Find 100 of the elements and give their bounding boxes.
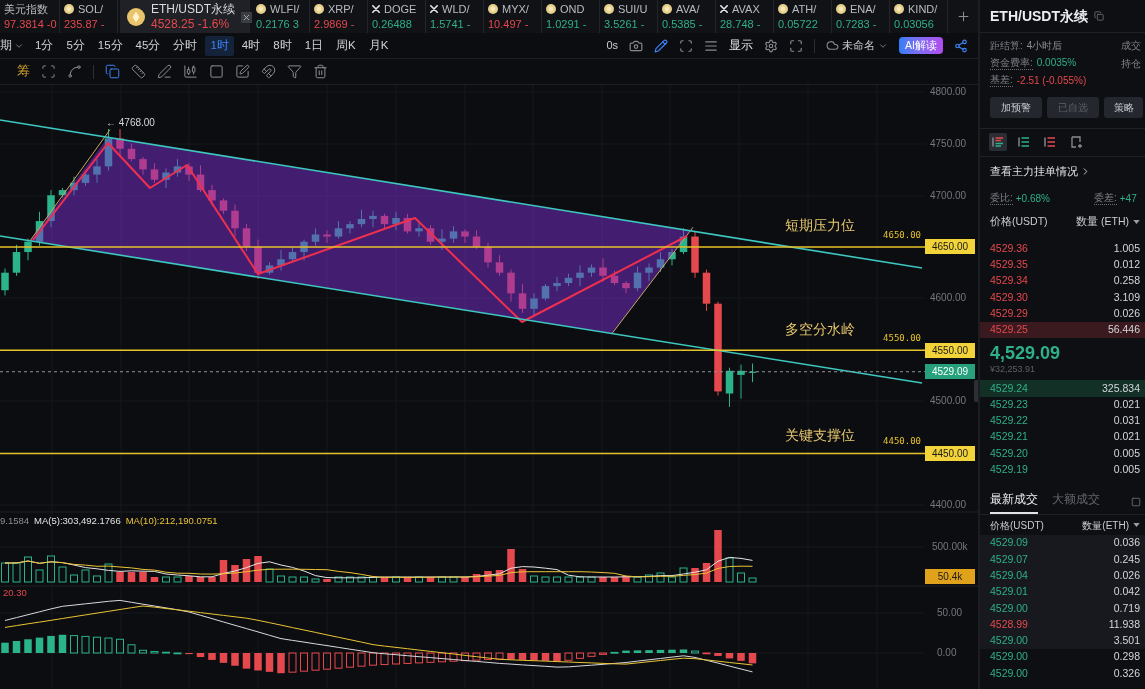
stat-value: 0.0035% — [1036, 57, 1077, 70]
trade-amount: 0.026 — [1113, 567, 1140, 583]
ai-button[interactable]: AI解读 — [899, 37, 943, 54]
ruler-icon[interactable] — [131, 64, 146, 79]
ticker-tab[interactable]: KIND/ 0.03056 — [890, 0, 948, 33]
interval-tab[interactable]: 1日 — [299, 35, 329, 56]
trade-tab[interactable]: 最新成交 — [990, 490, 1038, 515]
coin-icon — [836, 4, 846, 14]
ticker-tab[interactable]: AVA/ 0.5385 - — [658, 0, 716, 33]
spline-icon[interactable] — [67, 64, 82, 79]
square-icon[interactable] — [209, 64, 224, 79]
ticker-tab[interactable]: MYX/ 10.497 - — [484, 0, 542, 33]
copy-icon[interactable] — [1094, 11, 1104, 21]
layout-dropdown[interactable]: 未命名 — [826, 37, 889, 54]
ticker-tab[interactable]: SOL/ 235.87 - — [60, 0, 118, 33]
copy-icon[interactable] — [105, 64, 120, 79]
volume-tag: 50.4k — [925, 569, 975, 584]
ticker-tab[interactable]: ATH/ 0.05722 — [774, 0, 832, 33]
filter-icon[interactable] — [287, 64, 302, 79]
ticker-symbol: XRP/ — [328, 2, 354, 16]
ticker-tab[interactable]: WLD/ 1.5741 - — [426, 0, 484, 33]
coin-icon — [604, 4, 614, 14]
edit-icon[interactable] — [235, 64, 250, 79]
price-axis-label: 4700.00 — [930, 190, 967, 202]
ticker-tab[interactable]: OND 1.0291 - — [542, 0, 600, 33]
interval-tab[interactable]: 15分 — [92, 35, 128, 56]
ask-amount: 3.109 — [1113, 289, 1140, 305]
ticker-price: 0.26488 — [372, 17, 413, 31]
ticker-price: 4528.25 -1.6% — [151, 17, 231, 31]
ticker-tab[interactable]: XRP/ 2.9869 - — [310, 0, 368, 33]
interval-tab[interactable]: 45分 — [130, 35, 166, 56]
magnet-icon[interactable] — [261, 64, 276, 79]
ticker-price: 3.5261 - — [604, 17, 646, 31]
bid-price: 4529.24 — [990, 380, 1028, 396]
close-icon — [242, 13, 251, 22]
ticker-symbol: SUI/U — [618, 2, 648, 16]
split-list-icon[interactable] — [989, 133, 1007, 151]
bid-price: 4529.23 — [990, 396, 1028, 412]
pencil-icon[interactable] — [654, 38, 669, 53]
interval-tab[interactable]: 周K — [331, 35, 361, 56]
coin-icon — [488, 4, 498, 14]
close-tab-button[interactable] — [241, 12, 252, 23]
display-menu[interactable]: 显示 — [729, 36, 754, 55]
interval-tab[interactable]: 分时 — [168, 35, 203, 56]
stat-label: 成交 — [1121, 39, 1142, 54]
candlestick-icon[interactable] — [183, 64, 198, 79]
ticker-tab[interactable]: DOGE 0.26488 — [368, 0, 426, 33]
trade-amount: 11.938 — [1108, 616, 1140, 632]
period-dropdown[interactable]: 期 — [0, 36, 24, 55]
interval-tab[interactable]: 5分 — [61, 35, 90, 56]
pen-line-icon[interactable] — [157, 64, 172, 79]
macd-axis-label: 50.00 — [937, 607, 963, 619]
coin-icon — [256, 4, 266, 14]
ticker-symbol: AVA/ — [676, 2, 700, 16]
trash-icon[interactable] — [313, 64, 328, 79]
ticker-price: 0.2176 3 — [256, 17, 300, 31]
panel-button[interactable]: 加预警 — [990, 96, 1042, 118]
square-icon[interactable] — [1131, 497, 1141, 508]
column-header[interactable]: 数量 (ETH) — [1076, 213, 1129, 230]
interval-tab[interactable]: 月K — [363, 35, 394, 56]
volume-axis-label: 500.00k — [932, 541, 968, 553]
fullscreen-icon[interactable] — [789, 38, 804, 53]
last-price-cny: ¥32,253.91 — [990, 363, 1037, 376]
trade-price: 4529.07 — [990, 551, 1028, 567]
interval-tab[interactable]: 1分 — [30, 35, 59, 56]
last-price-tag: 4529.09 — [925, 364, 975, 380]
cross-icon — [372, 5, 380, 13]
ask-amount: 0.026 — [1113, 305, 1140, 321]
ticker-tab[interactable]: AVAX 28.748 - — [716, 0, 774, 33]
plus-icon[interactable] — [955, 9, 971, 24]
interval-tab[interactable]: 1时 — [205, 35, 234, 56]
scan-icon[interactable] — [41, 64, 56, 79]
chips-button[interactable]: 筹 — [17, 62, 30, 81]
menu-icon[interactable] — [704, 38, 719, 53]
ticker-tab[interactable]: ETH/USDT永续 4528.25 -1.6% — [120, 0, 250, 33]
price-axis-label: 4600.00 — [930, 292, 967, 304]
volume-legend-text: MA(10):212,190.0751 — [125, 515, 218, 527]
main-orders-link[interactable]: 查看主力挂单情况 — [990, 163, 1091, 180]
column-header: 价格(USDT) — [990, 518, 1044, 533]
level-price-label: 4450.00 — [883, 435, 921, 447]
ticker-tab[interactable]: SUI/U 3.5261 - — [600, 0, 658, 33]
share-icon[interactable] — [954, 38, 968, 53]
camera-icon[interactable] — [629, 38, 644, 53]
panel-button[interactable]: 策略 — [1104, 96, 1143, 118]
ticker-tab[interactable]: 美元指数 97.3814 -0 — [0, 0, 60, 33]
level-note: 多空分水岭 — [785, 320, 855, 338]
volume-legend-text: MA(5):303,492.1766 — [34, 515, 121, 527]
ticker-price: 1.5741 - — [430, 17, 472, 31]
ticker-symbol: WLD/ — [442, 2, 470, 16]
ticker-tab[interactable]: WLFI/ 0.2176 3 — [252, 0, 310, 33]
interval-tab[interactable]: 8时 — [268, 35, 297, 56]
last-price: 4,529.09 — [990, 343, 1062, 364]
interval-tab[interactable]: 4时 — [236, 35, 266, 56]
column-header[interactable]: 数量(ETH) — [1082, 517, 1129, 533]
scan-icon[interactable] — [679, 38, 694, 53]
settings-icon[interactable] — [764, 38, 779, 53]
ticker-tab[interactable]: ENA/ 0.7283 - — [832, 0, 890, 33]
bid-price: 4529.20 — [990, 445, 1028, 461]
coin-icon — [894, 4, 904, 14]
column-header: 价格(USDT) — [990, 213, 1048, 229]
